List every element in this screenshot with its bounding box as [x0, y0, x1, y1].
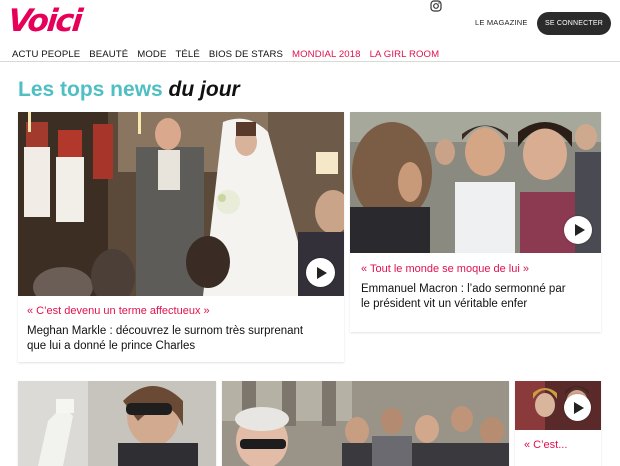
section-title: Les tops news du jour — [18, 78, 240, 102]
nav-item-la-girl-room[interactable]: LA GIRL ROOM — [370, 49, 440, 60]
nav-item-beaute[interactable]: BEAUTÉ — [89, 49, 128, 60]
section-title-main: Les tops news — [18, 78, 163, 101]
news-card-sylvie[interactable]: « C’est... — [515, 381, 601, 466]
card-title[interactable]: Emmanuel Macron : l’ado sermonné par le … — [361, 282, 597, 312]
nav-item-tele[interactable]: TÉLÉ — [175, 49, 199, 60]
instagram-icon[interactable] — [430, 0, 442, 12]
section-title-emphasis: du jour — [168, 78, 240, 101]
news-card-macron[interactable]: « Tout le monde se moque de lui » Emmanu… — [350, 112, 601, 332]
card-title-line[interactable]: que lui a donné le prince Charles — [27, 339, 339, 354]
video-play-button[interactable] — [306, 258, 335, 287]
card-tag: « C’est... — [524, 439, 568, 451]
nav-item-actu-people[interactable]: ACTU PEOPLE — [12, 49, 80, 60]
video-play-button[interactable] — [564, 394, 591, 421]
card-photo-celine[interactable] — [18, 381, 216, 466]
card-title-line[interactable]: Emmanuel Macron : l’ado sermonné par — [361, 282, 597, 297]
card-tag: « C’est devenu un terme affectueux » — [27, 305, 210, 317]
news-card-crowd[interactable] — [222, 381, 509, 466]
card-tag: « Tout le monde se moque de lui » — [361, 263, 529, 275]
nav-item-mondial-2018[interactable]: MONDIAL 2018 — [292, 49, 361, 60]
news-card-meghan[interactable]: « C’est devenu un terme affectueux » Meg… — [18, 112, 344, 362]
news-card-celine[interactable] — [18, 381, 216, 466]
voici-logo[interactable]: Voici — [6, 3, 82, 39]
video-play-button[interactable] — [564, 216, 592, 244]
login-button[interactable]: SE CONNECTER — [537, 12, 611, 35]
nav-item-mode[interactable]: MODE — [137, 49, 166, 60]
main-nav: ACTU PEOPLE BEAUTÉ MODE TÉLÉ BIOS DE STA… — [0, 47, 620, 62]
card-title[interactable]: Meghan Markle : découvrez le surnom très… — [27, 324, 339, 354]
card-title-line[interactable]: le président vit un véritable enfer — [361, 297, 597, 312]
nav-item-bios-de-stars[interactable]: BIOS DE STARS — [209, 49, 283, 60]
magazine-link[interactable]: LE MAGAZINE — [475, 18, 528, 27]
card-photo-wedding[interactable] — [18, 112, 344, 296]
card-title-line[interactable]: Meghan Markle : découvrez le surnom très… — [27, 324, 339, 339]
card-photo-crowd[interactable] — [222, 381, 509, 466]
header: Voici LE MAGAZINE SE CONNECTER — [0, 0, 620, 46]
